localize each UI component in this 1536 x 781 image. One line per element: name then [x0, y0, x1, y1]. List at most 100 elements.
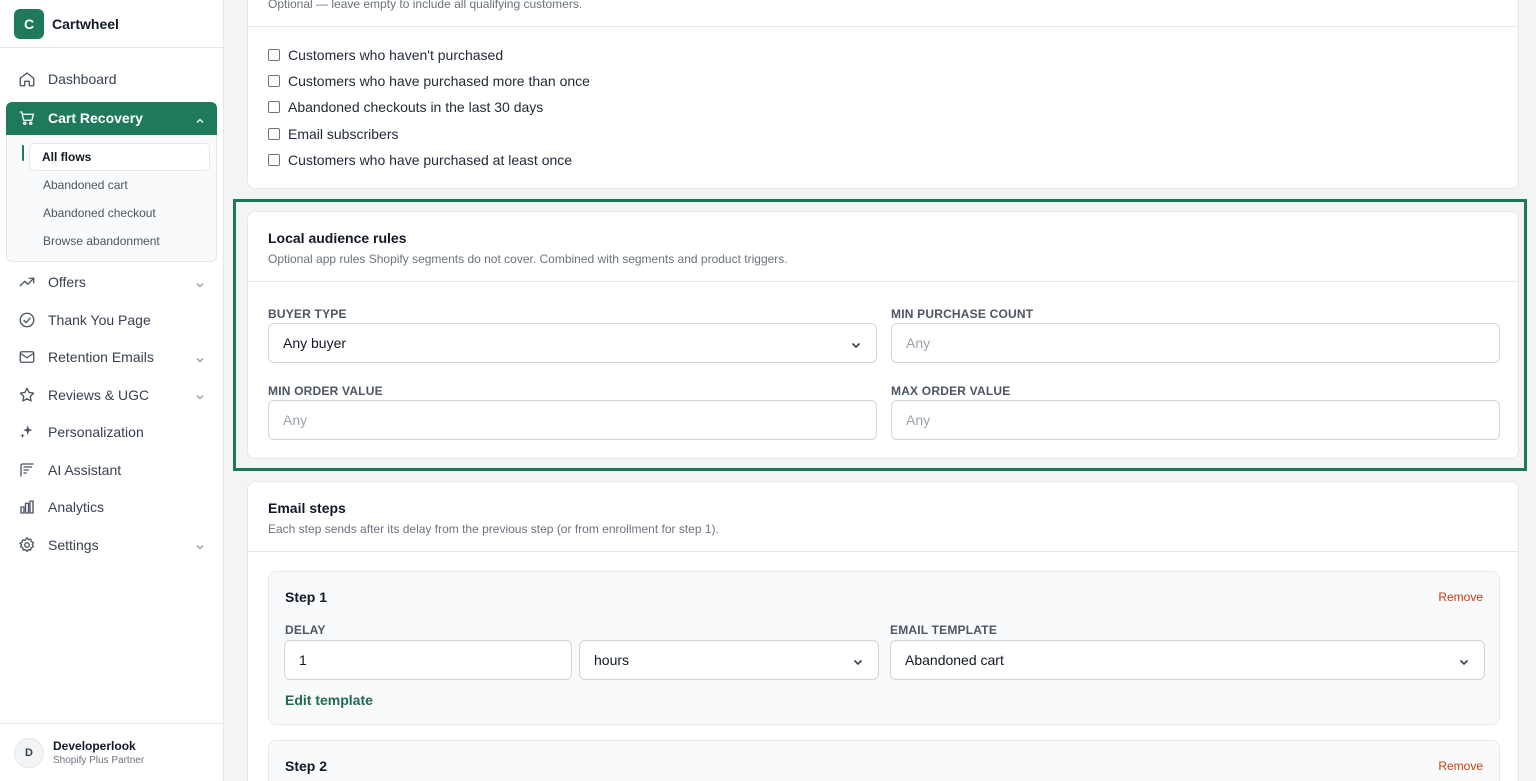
delay-value: 1 [299, 652, 307, 668]
segments-card: Optional — leave empty to include all qu… [247, 0, 1519, 189]
checkbox[interactable] [268, 49, 280, 61]
mail-icon [18, 348, 36, 366]
segment-option[interactable]: Abandoned checkouts in the last 30 days [268, 99, 543, 115]
chevron-down-icon [195, 389, 205, 400]
delay-input[interactable]: 1 [284, 640, 572, 680]
buyer-type-select[interactable]: Any buyer [268, 323, 877, 363]
segment-option[interactable]: Customers who have purchased more than o… [268, 73, 590, 89]
sidebar: C Cartwheel Dashboard Cart Recovery All … [0, 0, 224, 781]
remove-step-button[interactable]: Remove [1438, 759, 1483, 773]
checkbox[interactable] [268, 128, 280, 140]
sidebar-item-label: Reviews & UGC [48, 386, 150, 403]
checkbox[interactable] [268, 101, 280, 113]
placeholder-text: Any [906, 335, 931, 351]
sidebar-item-personalization[interactable]: Personalization [6, 414, 217, 452]
gear-icon [18, 536, 36, 554]
sidebar-item-offers[interactable]: Offers [6, 264, 217, 302]
brand[interactable]: C Cartwheel [0, 0, 223, 48]
sidebar-item-label: Offers [48, 274, 86, 291]
min-purchase-count-input[interactable]: Any [891, 323, 1500, 363]
sparkle-icon [18, 423, 36, 441]
buyer-type-label: BUYER TYPE [268, 307, 347, 321]
email-template-select[interactable]: Abandoned cart [890, 640, 1485, 680]
delay-unit-select[interactable]: hours [579, 640, 879, 680]
segments-note: Optional — leave empty to include all qu… [268, 0, 583, 11]
max-order-value-label: MAX ORDER VALUE [891, 384, 1011, 398]
chevron-down-icon [195, 539, 205, 550]
edit-template-link[interactable]: Edit template [285, 692, 373, 708]
placeholder-text: Any [283, 412, 308, 428]
chevron-down-icon [195, 277, 205, 288]
brand-name: Cartwheel [52, 15, 119, 32]
chevron-down-icon [1458, 655, 1470, 667]
email-template-value: Abandoned cart [905, 652, 1004, 668]
sidebar-item-retention-emails[interactable]: Retention Emails [6, 339, 217, 377]
min-order-value-input[interactable]: Any [268, 400, 877, 440]
checkbox[interactable] [268, 75, 280, 87]
sidebar-item-dashboard[interactable]: Dashboard [6, 60, 217, 98]
segment-option-label: Customers who have purchased more than o… [288, 73, 590, 89]
chevron-up-icon [195, 113, 205, 123]
min-order-value-label: MIN ORDER VALUE [268, 384, 383, 398]
sidebar-item-ai-assistant[interactable]: AI Assistant [6, 451, 217, 489]
email-step: Step 2 Remove [268, 740, 1500, 781]
trending-up-icon [18, 273, 36, 291]
sidebar-item-analytics[interactable]: Analytics [6, 489, 217, 527]
card-description: Optional app rules Shopify segments do n… [268, 252, 788, 266]
home-icon [18, 70, 36, 88]
segment-option[interactable]: Customers who have purchased at least on… [268, 152, 572, 168]
delay-unit-value: hours [594, 652, 630, 668]
checkbox[interactable] [268, 154, 280, 166]
sidebar-item-thank-you-page[interactable]: Thank You Page [6, 301, 217, 339]
segment-option-label: Customers who haven't purchased [288, 47, 504, 63]
sidebar-item-label: AI Assistant [48, 461, 122, 478]
email-template-label: EMAIL TEMPLATE [890, 623, 998, 637]
card-title: Local audience rules [268, 230, 407, 246]
segment-option[interactable]: Customers who haven't purchased [268, 47, 503, 63]
delay-label: DELAY [285, 623, 326, 637]
card-title: Email steps [268, 500, 346, 516]
sidebar-item-label: Settings [48, 536, 99, 553]
remove-step-button[interactable]: Remove [1438, 590, 1483, 604]
sidebar-item-label: Analytics [48, 499, 105, 516]
min-purchase-count-label: MIN PURCHASE COUNT [891, 307, 1034, 321]
segment-option-label: Email subscribers [288, 126, 399, 142]
user-profile[interactable]: D Developerlook Shopify Plus Partner [0, 723, 224, 781]
sidebar-item-label: Cart Recovery [48, 110, 143, 126]
sidebar-item-label: Retention Emails [48, 349, 154, 366]
segment-option[interactable]: Email subscribers [268, 126, 398, 142]
buyer-type-value: Any buyer [283, 335, 347, 351]
card-description: Each step sends after its delay from the… [268, 522, 719, 536]
cart-recovery-submenu: All flows Abandoned cart Abandoned check… [6, 134, 217, 262]
user-role: Shopify Plus Partner [53, 755, 145, 766]
chevron-down-icon [850, 338, 862, 350]
max-order-value-input[interactable]: Any [891, 400, 1500, 440]
placeholder-text: Any [906, 412, 931, 428]
avatar: D [14, 737, 44, 768]
sidebar-item-label: Dashboard [48, 70, 117, 87]
step-title: Step 2 [285, 758, 328, 774]
segment-option-label: Abandoned checkouts in the last 30 days [288, 99, 544, 115]
check-circle-icon [18, 311, 36, 329]
chevron-down-icon [852, 655, 864, 667]
local-audience-rules-card: Local audience rules Optional app rules … [247, 211, 1519, 459]
sidebar-subitem-abandoned-checkout[interactable]: Abandoned checkout [29, 199, 210, 227]
sidebar-item-reviews-ugc[interactable]: Reviews & UGC [6, 376, 217, 414]
email-step: Step 1 Remove DELAY 1 hours EMAIL TEMPLA… [268, 571, 1500, 725]
sidebar-subitem-all-flows[interactable]: All flows [29, 142, 210, 171]
user-name: Developerlook [53, 739, 136, 753]
ai-icon [18, 461, 36, 479]
sidebar-item-settings[interactable]: Settings [6, 526, 217, 564]
chevron-down-icon [195, 352, 205, 363]
email-steps-card: Email steps Each step sends after its de… [247, 481, 1519, 781]
step-title: Step 1 [285, 589, 328, 605]
sidebar-subitem-abandoned-cart[interactable]: Abandoned cart [29, 171, 210, 199]
sidebar-nav: Dashboard Cart Recovery All flows Abando… [0, 48, 223, 564]
bar-chart-icon [18, 498, 36, 516]
sidebar-item-label: Thank You Page [48, 311, 151, 328]
segment-option-label: Customers who have purchased at least on… [288, 152, 573, 168]
sidebar-item-cart-recovery[interactable]: Cart Recovery [6, 101, 217, 135]
star-icon [18, 386, 36, 404]
sidebar-subitem-browse-abandonment[interactable]: Browse abandonment [29, 227, 210, 255]
brand-logo: C [14, 8, 44, 39]
